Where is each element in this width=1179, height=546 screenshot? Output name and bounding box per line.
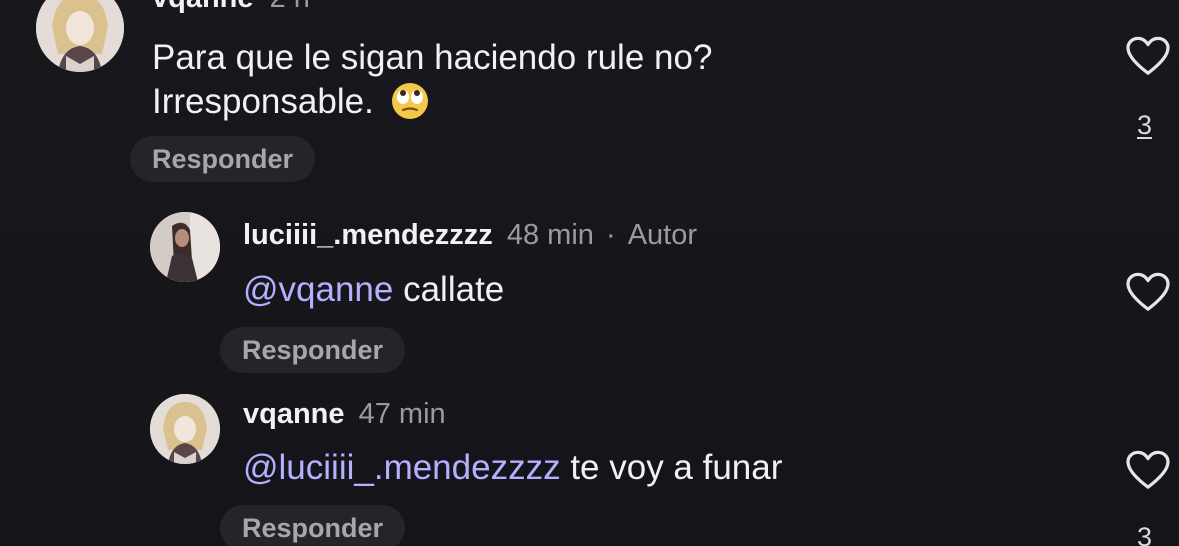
comment-meta: vqanne 47 min	[243, 400, 446, 429]
comment-meta: luciiii_.mendezzzz 48 min · Autor	[243, 221, 697, 250]
eye-roll-emoji-icon	[390, 81, 430, 121]
reply-button[interactable]: Responder	[220, 505, 406, 546]
mention-link[interactable]: @luciiii_.mendezzzz	[243, 448, 561, 487]
comment-thread: vqanne 2 h Para que le sigan haciendo ru…	[0, 0, 1179, 546]
timestamp: 48 min	[506, 219, 594, 251]
comment-line-2: Irresponsable.	[152, 80, 712, 124]
comment-text: Para que le sigan haciendo rule no? Irre…	[152, 36, 712, 124]
avatar-image	[150, 212, 220, 282]
reply-button[interactable]: Responder	[220, 327, 406, 373]
like-heart-icon[interactable]	[1125, 36, 1171, 76]
separator: ·	[605, 219, 616, 251]
like-count[interactable]: 3	[1137, 110, 1152, 141]
avatar[interactable]	[36, 0, 124, 72]
comment-text: @vqanne callate	[243, 268, 504, 312]
username[interactable]: vqanne	[243, 398, 345, 430]
avatar-image	[150, 394, 220, 464]
comment-line-2-text: Irresponsable.	[152, 82, 374, 121]
comment-meta: vqanne 2 h	[152, 0, 310, 13]
username[interactable]: luciiii_.mendezzzz	[243, 219, 493, 251]
comment-body: callate	[393, 270, 505, 309]
avatar[interactable]	[150, 212, 220, 282]
reply-button[interactable]: Responder	[130, 136, 316, 182]
author-badge: Autor	[627, 219, 698, 251]
username[interactable]: vqanne	[152, 0, 254, 14]
like-heart-icon[interactable]	[1125, 450, 1171, 490]
avatar[interactable]	[150, 394, 220, 464]
like-heart-icon[interactable]	[1125, 272, 1171, 312]
like-count[interactable]: 3	[1137, 522, 1152, 546]
comment-text: @luciiii_.mendezzzz te voy a funar	[243, 446, 782, 490]
comment-line-1: Para que le sigan haciendo rule no?	[152, 38, 713, 77]
comment-body: te voy a funar	[560, 448, 783, 487]
timestamp: 2 h	[270, 0, 310, 14]
mention-link[interactable]: @vqanne	[243, 270, 393, 309]
avatar-image	[36, 0, 124, 72]
timestamp: 47 min	[358, 398, 446, 430]
